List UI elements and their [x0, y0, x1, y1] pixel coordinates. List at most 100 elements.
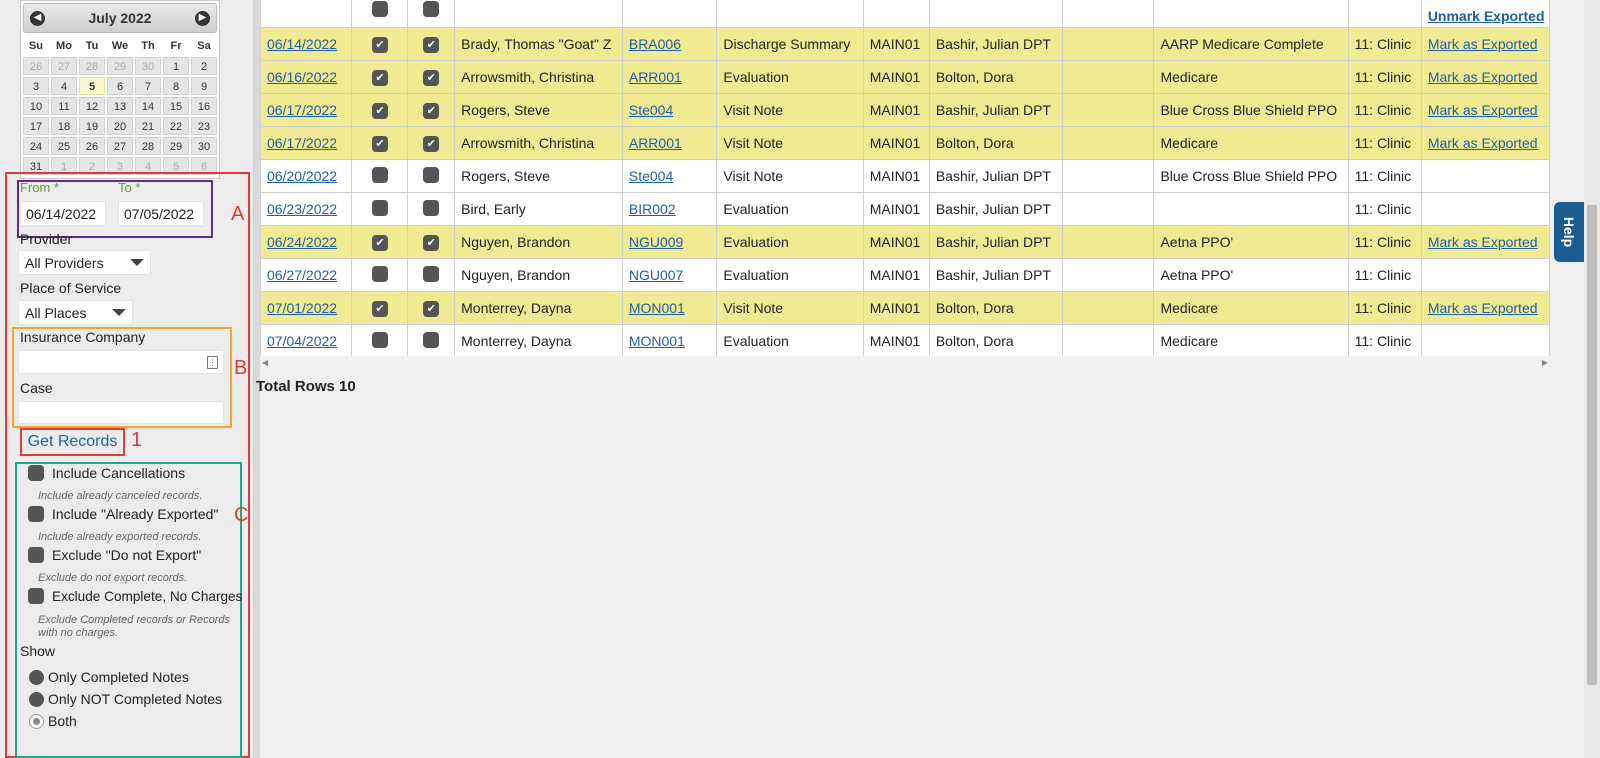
- patient-id-link[interactable]: ARR001: [629, 135, 682, 151]
- show-only-completed-option[interactable]: Only Completed Notes: [29, 669, 189, 685]
- include-exported-checkbox[interactable]: [28, 506, 44, 522]
- row-export-checkbox[interactable]: [423, 199, 440, 216]
- exclude-do-not-export-checkbox[interactable]: [28, 547, 44, 563]
- from-date-input[interactable]: 06/14/2022: [20, 201, 106, 226]
- calendar-day[interactable]: 26: [23, 57, 49, 75]
- mark-as-exported-link[interactable]: Mark as Exported: [1428, 36, 1538, 52]
- select-all-checkbox-2[interactable]: [423, 1, 440, 17]
- calendar-day[interactable]: 14: [135, 97, 161, 115]
- row-export-checkbox[interactable]: [423, 265, 440, 282]
- calendar-day[interactable]: 1: [163, 57, 189, 75]
- visit-date-link[interactable]: 06/23/2022: [267, 201, 337, 217]
- calendar-day[interactable]: 13: [107, 97, 133, 115]
- calendar-day[interactable]: 15: [163, 97, 189, 115]
- patient-id-link[interactable]: Ste004: [629, 102, 673, 118]
- show-only-not-completed-option[interactable]: Only NOT Completed Notes: [29, 691, 222, 707]
- calendar-day[interactable]: 10: [23, 97, 49, 115]
- patient-id-link[interactable]: MON001: [629, 300, 685, 316]
- visit-date-link[interactable]: 06/14/2022: [267, 36, 337, 52]
- calendar-day[interactable]: 7: [135, 77, 161, 95]
- include-cancellations-option[interactable]: Include Cancellations: [28, 465, 185, 481]
- calendar-day[interactable]: 25: [51, 137, 77, 155]
- patient-id-link[interactable]: BRA006: [629, 36, 681, 52]
- show-only-not-completed-radio[interactable]: [29, 691, 44, 707]
- provider-select[interactable]: All Providers: [18, 250, 151, 275]
- calendar-day[interactable]: 16: [191, 97, 217, 115]
- calendar-day[interactable]: 29: [107, 57, 133, 75]
- calendar-day[interactable]: 24: [23, 137, 49, 155]
- row-export-checkbox[interactable]: ✔: [423, 136, 440, 153]
- row-select-checkbox[interactable]: ✔: [371, 37, 388, 54]
- row-select-checkbox[interactable]: [371, 331, 388, 348]
- calendar-day[interactable]: 6: [107, 77, 133, 95]
- place-of-service-select[interactable]: All Places: [18, 300, 133, 325]
- calendar-day[interactable]: 23: [191, 117, 217, 135]
- mark-as-exported-link[interactable]: Mark as Exported: [1428, 102, 1538, 118]
- exclude-do-not-export-option[interactable]: Exclude "Do not Export": [28, 547, 201, 563]
- calendar-day[interactable]: 5: [79, 77, 105, 95]
- patient-id-link[interactable]: NGU007: [629, 267, 683, 283]
- unmark-exported-link[interactable]: Unmark Exported: [1428, 8, 1545, 24]
- scroll-right-icon[interactable]: ▶: [1542, 358, 1548, 367]
- page-scrollbar-thumb[interactable]: [1587, 205, 1597, 685]
- visit-date-link[interactable]: 06/20/2022: [267, 168, 337, 184]
- visit-date-link[interactable]: 07/01/2022: [267, 300, 337, 316]
- patient-id-link[interactable]: ARR001: [629, 69, 682, 85]
- mark-as-exported-link[interactable]: Mark as Exported: [1428, 234, 1538, 250]
- mark-as-exported-link[interactable]: Mark as Exported: [1428, 135, 1538, 151]
- row-select-checkbox[interactable]: ✔: [371, 103, 388, 120]
- calendar-day[interactable]: 28: [135, 137, 161, 155]
- patient-id-link[interactable]: MON001: [629, 333, 685, 349]
- calendar-day[interactable]: 3: [23, 77, 49, 95]
- calendar-day[interactable]: 20: [107, 117, 133, 135]
- lookup-icon[interactable]: ⋮: [207, 355, 218, 369]
- to-date-input[interactable]: 07/05/2022: [118, 201, 204, 226]
- patient-id-link[interactable]: BIR002: [629, 201, 676, 217]
- visit-date-link[interactable]: 06/17/2022: [267, 102, 337, 118]
- calendar-day[interactable]: 27: [107, 137, 133, 155]
- insurance-company-input[interactable]: ⋮: [18, 350, 224, 374]
- row-export-checkbox[interactable]: [423, 331, 440, 348]
- calendar-day[interactable]: 21: [135, 117, 161, 135]
- include-cancellations-checkbox[interactable]: [28, 465, 44, 481]
- row-select-checkbox[interactable]: ✔: [371, 136, 388, 153]
- calendar-day[interactable]: 28: [79, 57, 105, 75]
- calendar-day[interactable]: 9: [191, 77, 217, 95]
- row-select-checkbox[interactable]: [371, 166, 388, 183]
- show-both-option[interactable]: Both: [29, 713, 77, 729]
- help-tab[interactable]: Help: [1554, 202, 1584, 262]
- calendar-day[interactable]: 19: [79, 117, 105, 135]
- row-select-checkbox[interactable]: [371, 265, 388, 282]
- row-select-checkbox[interactable]: [371, 199, 388, 216]
- calendar-day[interactable]: 12: [79, 97, 105, 115]
- get-records-button[interactable]: Get Records: [20, 428, 125, 456]
- calendar-day[interactable]: 8: [163, 77, 189, 95]
- chevron-right-icon[interactable]: ▶: [195, 10, 210, 26]
- select-all-checkbox[interactable]: [371, 1, 388, 17]
- calendar-day[interactable]: 2: [191, 57, 217, 75]
- calendar-day[interactable]: 17: [23, 117, 49, 135]
- case-input[interactable]: [18, 401, 224, 424]
- visit-date-link[interactable]: 06/24/2022: [267, 234, 337, 250]
- exclude-complete-checkbox[interactable]: [28, 588, 44, 604]
- row-export-checkbox[interactable]: ✔: [423, 235, 440, 252]
- include-exported-option[interactable]: Include "Already Exported": [28, 506, 218, 522]
- show-both-radio[interactable]: [29, 713, 44, 729]
- row-export-checkbox[interactable]: ✔: [423, 103, 440, 120]
- row-export-checkbox[interactable]: ✔: [423, 70, 440, 87]
- calendar-day[interactable]: 29: [163, 137, 189, 155]
- calendar-day[interactable]: 11: [51, 97, 77, 115]
- calendar-day[interactable]: 30: [135, 57, 161, 75]
- show-only-completed-radio[interactable]: [29, 669, 44, 685]
- exclude-complete-option[interactable]: Exclude Complete, No Charges: [28, 588, 242, 604]
- horizontal-scrollbar[interactable]: ◀ ▶: [260, 356, 1550, 368]
- row-export-checkbox[interactable]: [423, 166, 440, 183]
- calendar-day[interactable]: 4: [51, 77, 77, 95]
- calendar-day[interactable]: 30: [191, 137, 217, 155]
- visit-date-link[interactable]: 06/17/2022: [267, 135, 337, 151]
- chevron-left-icon[interactable]: ◀: [30, 10, 45, 26]
- calendar-day[interactable]: 26: [79, 137, 105, 155]
- visit-date-link[interactable]: 06/16/2022: [267, 69, 337, 85]
- visit-date-link[interactable]: 07/04/2022: [267, 333, 337, 349]
- row-select-checkbox[interactable]: ✔: [371, 301, 388, 318]
